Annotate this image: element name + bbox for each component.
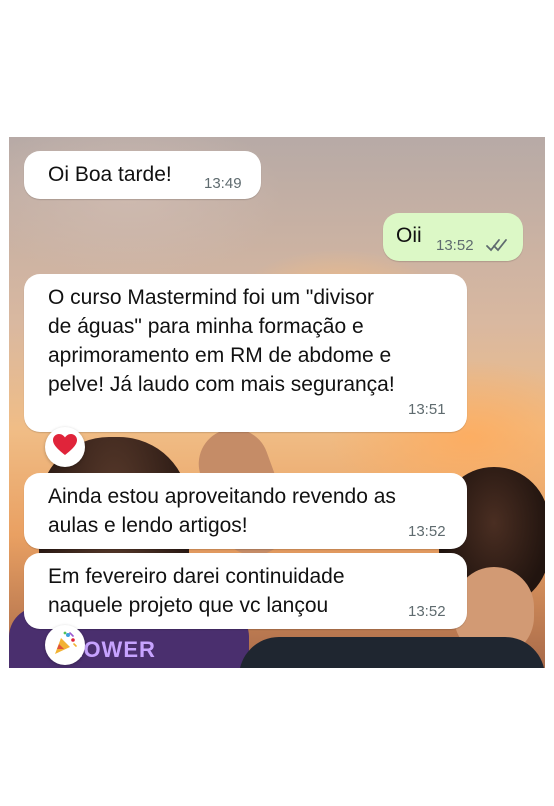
message-bubble-incoming[interactable]: Oi Boa tarde! 13:49	[24, 151, 261, 199]
message-bubble-outgoing[interactable]: Oii 13:52	[383, 213, 523, 261]
party-popper-icon	[52, 630, 78, 661]
double-check-icon	[485, 237, 509, 258]
message-text: Em fevereiro darei continuidade naquele …	[48, 565, 345, 617]
message-text: Ainda estou aproveitando revendo as aula…	[48, 485, 396, 537]
message-bubble-incoming[interactable]: Em fevereiro darei continuidade naquele …	[24, 553, 467, 629]
message-time: 13:52	[408, 603, 446, 620]
message-bubble-incoming[interactable]: O curso Mastermind foi um "divisor de ág…	[24, 274, 467, 432]
heart-icon	[52, 433, 78, 462]
reaction-badge[interactable]	[45, 625, 85, 665]
message-bubble-incoming[interactable]: Ainda estou aproveitando revendo as aula…	[24, 473, 467, 549]
message-text: Oii	[396, 224, 422, 247]
message-text: Oi Boa tarde!	[48, 163, 172, 186]
message-time: 13:49	[204, 175, 242, 192]
reaction-badge[interactable]	[45, 427, 85, 467]
wallpaper-shirt-right	[239, 637, 545, 668]
message-time: 13:52	[436, 237, 474, 254]
message-time: 13:52	[408, 523, 446, 540]
message-time: 13:51	[408, 401, 446, 418]
message-text: O curso Mastermind foi um "divisor de ág…	[48, 286, 395, 396]
chat-conversation: LOWER Oi Boa tarde! 13:49 Oii 13:52 O cu…	[9, 137, 545, 668]
